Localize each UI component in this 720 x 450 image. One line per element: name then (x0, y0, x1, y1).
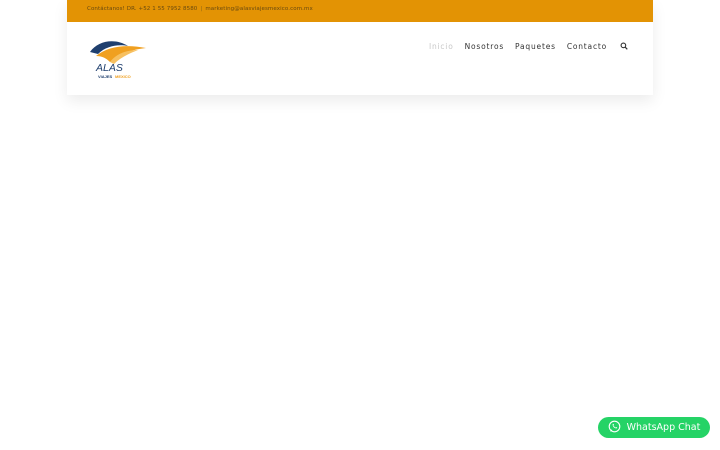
nav-item-nosotros[interactable]: Nosotros (465, 42, 504, 51)
contact-info: Contáctanos! DR. +52 1 55 7952 8580 | ma… (87, 6, 313, 12)
alas-logo-icon: ALAS VIAJES MEXICO (90, 41, 146, 79)
nav-item-contacto[interactable]: Contacto (567, 42, 607, 51)
contact-phone[interactable]: Contáctanos! DR. +52 1 55 7952 8580 (87, 6, 197, 12)
logo-wordmark: ALAS (95, 62, 123, 74)
whatsapp-label: WhatsApp Chat (626, 422, 701, 433)
search-icon[interactable] (619, 41, 629, 51)
top-info-bar: Contáctanos! DR. +52 1 55 7952 8580 | ma… (67, 0, 653, 22)
page: Contáctanos! DR. +52 1 55 7952 8580 | ma… (0, 0, 720, 450)
site-logo[interactable]: ALAS VIAJES MEXICO (86, 38, 148, 80)
whatsapp-icon (608, 418, 621, 437)
contact-email[interactable]: marketing@alasviajesmexico.com.mx (205, 6, 312, 12)
logo-tagline-viajes: VIAJES (98, 74, 113, 79)
main-navigation: Inicio Nosotros Paquetes Contacto (429, 41, 629, 51)
nav-item-paquetes[interactable]: Paquetes (515, 42, 556, 51)
site-header: Contáctanos! DR. +52 1 55 7952 8580 | ma… (67, 0, 653, 95)
nav-item-inicio[interactable]: Inicio (429, 42, 454, 51)
logo-tagline-mexico: MEXICO (115, 74, 131, 79)
whatsapp-chat-button[interactable]: WhatsApp Chat (598, 417, 710, 438)
contact-separator: | (200, 6, 203, 12)
